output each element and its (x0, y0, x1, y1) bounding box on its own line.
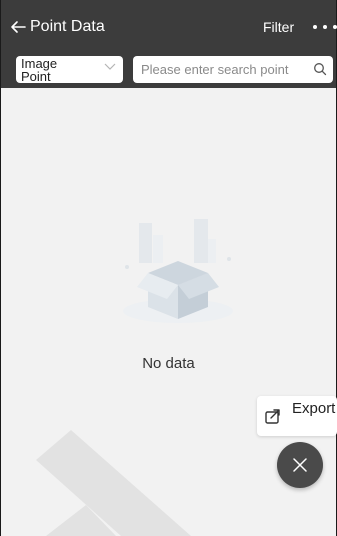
search-icon[interactable] (313, 62, 327, 76)
chevron-down-icon (104, 63, 116, 70)
arrow-left-icon (11, 21, 26, 33)
page-title: Point Data (30, 18, 105, 35)
export-label: Export (292, 400, 336, 417)
empty-box-icon (123, 219, 233, 323)
filter-button[interactable]: Filter (263, 18, 294, 36)
export-icon (265, 409, 280, 424)
close-fab-button[interactable] (277, 442, 323, 488)
empty-state-text: No data (142, 355, 195, 372)
back-button[interactable] (8, 15, 28, 39)
search-input[interactable] (133, 56, 309, 83)
more-horizontal-icon (313, 25, 317, 29)
export-button[interactable]: Export (257, 396, 337, 436)
header-bar: Point Data Filter Image Point (1, 0, 337, 88)
close-icon (293, 458, 307, 472)
point-type-select[interactable]: Image Point (16, 56, 123, 83)
more-button[interactable] (313, 17, 337, 37)
point-type-value: Image Point (21, 56, 58, 83)
search-box (133, 56, 333, 83)
